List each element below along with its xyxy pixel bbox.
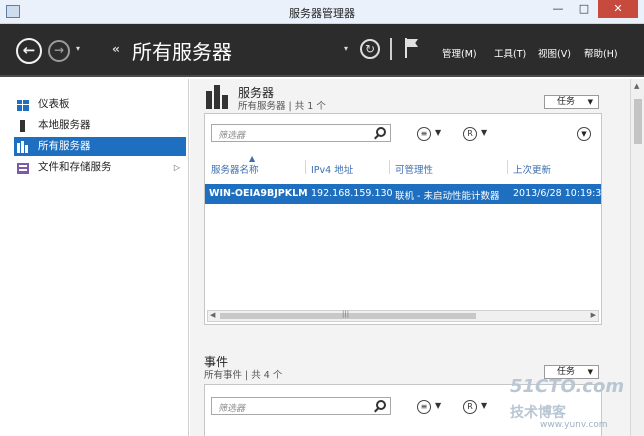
sidebar-item-local-server[interactable]: 本地服务器 [14,116,186,135]
filter-placeholder: 筛选器 [218,131,246,141]
refresh-dropdown-icon[interactable]: ▾ [344,44,348,53]
sidebar: 仪表板 本地服务器 所有服务器 文件和存储服务 ▷ [0,79,189,436]
servers-section-icon [206,85,228,109]
servers-filter-input[interactable]: 筛选器 [211,124,391,142]
page-title: 所有服务器 [132,40,232,64]
title-bar: 服务器管理器 — □ ✕ [0,0,644,24]
minimize-button[interactable]: — [546,0,570,18]
cell-ipv4: 192.168.159.130 [311,188,393,199]
table-row[interactable]: WIN-OEIA9BJPKLM 192.168.159.130 联机 - 未启动… [205,184,601,204]
column-header-ipv4[interactable]: IPv4 地址 [311,162,353,176]
maximize-button[interactable]: □ [572,0,596,18]
servers-tasks-button[interactable]: 任务 ▼ [544,95,599,109]
scrollbar-thumb[interactable] [634,99,642,144]
all-servers-icon [17,141,29,153]
sidebar-item-all-servers[interactable]: 所有服务器 [14,137,186,156]
watermark-subtitle: 技术博客 [510,405,566,421]
menu-help[interactable]: 帮助(H) [584,46,618,60]
expand-icon[interactable]: ▼ [577,127,591,141]
expand-arrow-icon[interactable]: ▷ [174,158,180,177]
servers-section-subtitle: 所有服务器 | 共 1 个 [238,101,326,112]
breadcrumb-arrows-icon: ‹‹ [112,42,120,56]
list-options-icon[interactable]: ≡ [417,400,431,414]
list-options-caret-icon[interactable]: ▼ [435,401,441,410]
column-separator [305,160,306,174]
list-options-icon[interactable]: ≡ [417,127,431,141]
group-options-icon[interactable]: R [463,400,477,414]
file-storage-icon [17,162,29,174]
tasks-caret-icon: ▼ [587,98,593,106]
sidebar-item-dashboard[interactable]: 仪表板 [14,95,186,114]
cell-last-update: 2013/6/28 10:19:3... [513,188,601,199]
cell-manageability: 联机 - 未启动性能计数器 [395,191,500,202]
group-options-caret-icon[interactable]: ▼ [481,128,487,137]
watermark-url: www.yunv.com [540,420,608,430]
cell-server-name: WIN-OEIA9BJPKLM [209,188,308,199]
menu-view[interactable]: 视图(V) [538,46,571,60]
search-icon[interactable] [376,127,386,137]
close-button[interactable]: ✕ [598,0,638,18]
list-options-caret-icon[interactable]: ▼ [435,128,441,137]
servers-horizontal-scrollbar[interactable]: ◀ ||| ▶ [207,310,599,322]
group-options-icon[interactable]: R [463,127,477,141]
dashboard-icon [17,99,29,111]
column-header-manageability[interactable]: 可管理性 [395,162,433,176]
events-filter-input[interactable]: 筛选器 [211,397,391,415]
menu-tools[interactable]: 工具(T) [494,46,526,60]
sidebar-item-label: 本地服务器 [38,119,91,131]
group-options-caret-icon[interactable]: ▼ [481,401,487,410]
servers-panel: 筛选器 ≡ ▼ R ▼ ▼ ▲ 服务器名称 IPv4 地址 可管理性 上次更新 … [204,113,602,325]
search-icon[interactable] [376,400,386,410]
refresh-button[interactable]: ↻ [360,39,380,59]
back-button[interactable]: ← [16,38,42,64]
sidebar-item-label: 仪表板 [38,98,70,110]
watermark: 51CTO.com 技术博客 www.yunv.com [510,376,630,434]
toolbar: ← → ▾ ‹‹ 所有服务器 ▾ ↻ 管理(M) 工具(T) 视图(V) 帮助(… [0,24,644,77]
main-vertical-scrollbar[interactable]: ▲ [630,79,644,436]
scroll-up-icon[interactable]: ▲ [634,82,639,90]
column-separator [507,160,508,174]
notifications-flag-icon[interactable] [405,38,419,58]
toolbar-separator [390,38,392,60]
sidebar-item-file-storage[interactable]: 文件和存储服务 ▷ [14,158,186,177]
filter-placeholder: 筛选器 [218,404,246,414]
column-header-name[interactable]: 服务器名称 [211,162,259,176]
sidebar-item-label: 所有服务器 [38,140,91,152]
column-header-last-update[interactable]: 上次更新 [513,162,551,176]
history-dropdown-icon[interactable]: ▾ [76,44,80,53]
tasks-label: 任务 [557,97,576,107]
forward-button[interactable]: → [48,40,70,62]
column-separator [389,160,390,174]
watermark-logo: 51CTO.com [510,376,625,397]
sidebar-item-label: 文件和存储服务 [38,161,112,173]
events-section-subtitle: 所有事件 | 共 4 个 [204,370,283,381]
local-server-icon [17,120,29,132]
menu-manage[interactable]: 管理(M) [442,46,477,60]
